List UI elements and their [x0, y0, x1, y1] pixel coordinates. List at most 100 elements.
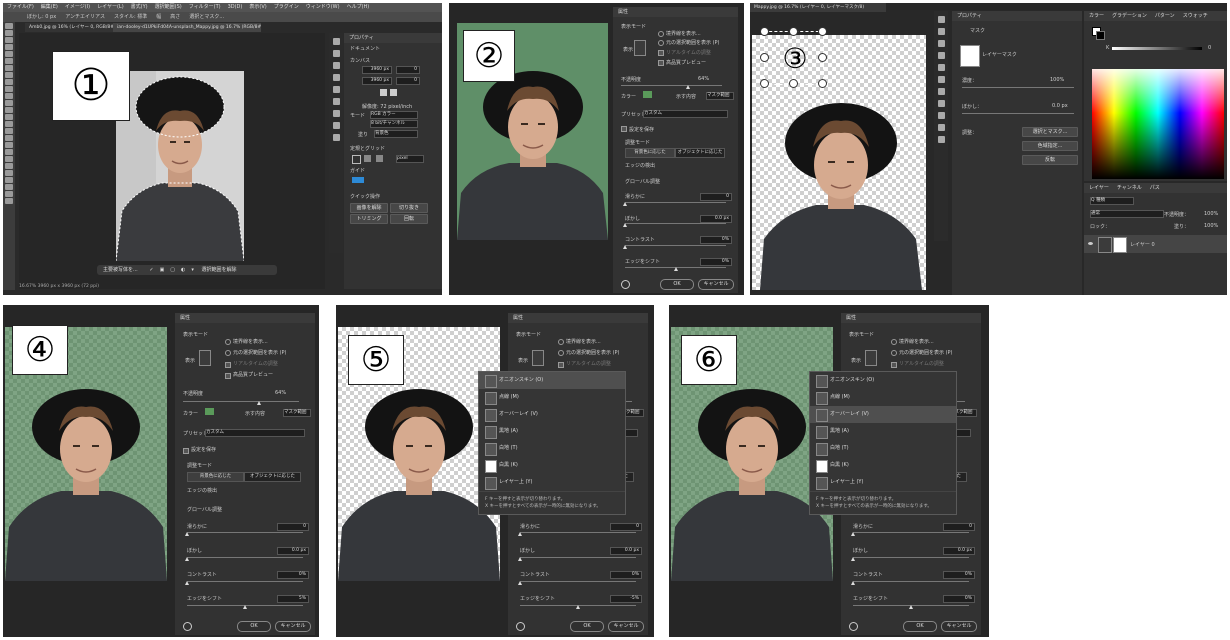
show-edge-radio[interactable]: [891, 339, 897, 345]
show-edge-radio[interactable]: [558, 339, 564, 345]
feather-slider[interactable]: [962, 113, 1074, 114]
cancel-button[interactable]: キャンセル: [608, 621, 644, 632]
color-range-button[interactable]: 色域指定...: [1022, 141, 1078, 151]
smooth-slider[interactable]: [853, 532, 969, 533]
tool-icon[interactable]: [5, 177, 13, 183]
opacity-value[interactable]: 100%: [1204, 211, 1218, 217]
qa-trim-button[interactable]: トリミング: [350, 214, 388, 224]
show-select[interactable]: マスク範囲: [706, 92, 734, 100]
reset-icon[interactable]: [621, 280, 630, 289]
tool-icon[interactable]: [5, 163, 13, 169]
info-icon[interactable]: [332, 74, 340, 81]
cancel-button[interactable]: キャンセル: [941, 621, 977, 632]
hq-preview-checkbox[interactable]: [225, 373, 231, 379]
contrast-slider[interactable]: [520, 581, 636, 582]
option-item[interactable]: スタイル: 標準: [114, 14, 147, 20]
contrast-field[interactable]: 0%: [700, 236, 732, 244]
contrast-field[interactable]: 0%: [277, 571, 309, 579]
view-mode-option[interactable]: オニオンスキン (O): [810, 372, 956, 389]
color-tab[interactable]: カラー: [1089, 13, 1104, 19]
contrast-field[interactable]: 0%: [610, 571, 642, 579]
color-tabs[interactable]: カラー グラデーション パターン スウォッチ: [1084, 11, 1227, 21]
blend-mode-select[interactable]: 通常: [1090, 210, 1164, 218]
eye-icon[interactable]: [1088, 242, 1093, 245]
show-edge-radio[interactable]: [658, 31, 664, 37]
feather-knob[interactable]: [185, 557, 189, 561]
paragraph-icon[interactable]: [332, 122, 340, 129]
view-mode-option[interactable]: 白地 (T): [479, 440, 625, 457]
unit-select[interactable]: pixel: [396, 155, 424, 163]
guide-color[interactable]: [352, 177, 364, 183]
feather-knob[interactable]: [623, 223, 627, 227]
save-settings-checkbox[interactable]: [621, 126, 627, 132]
kind-filter[interactable]: Q 種類: [1090, 197, 1134, 205]
option-item[interactable]: 幅: [156, 14, 161, 20]
smooth-slider[interactable]: [625, 202, 726, 203]
view-mode-dropdown[interactable]: オニオンスキン (O) 点線 (M) オーバーレイ (V) 黒地 (A) 白地 (T) 白…: [809, 371, 957, 515]
option-item[interactable]: ぼかし: 0 px: [27, 14, 56, 20]
view-mode-thumbnail[interactable]: [532, 350, 544, 366]
opacity-knob[interactable]: [686, 85, 690, 89]
tool-icon[interactable]: [5, 44, 13, 50]
realtime-checkbox[interactable]: [225, 362, 231, 368]
ok-button[interactable]: OK: [660, 279, 694, 290]
layers-icon[interactable]: [332, 134, 340, 141]
select-subject-button[interactable]: 主要被写体を...: [103, 267, 138, 273]
tool-icon[interactable]: [5, 198, 13, 204]
tool-icon[interactable]: [5, 184, 13, 190]
view-mode-dropdown[interactable]: オニオンスキン (O) 点線 (M) オーバーレイ (V) 黒地 (A) 白地 (T) 白…: [478, 371, 626, 515]
tool-icon[interactable]: [5, 23, 13, 29]
comment-icon[interactable]: [332, 62, 340, 69]
contrast-knob[interactable]: [851, 581, 855, 585]
smooth-knob[interactable]: [185, 532, 189, 536]
shift-knob[interactable]: [674, 267, 678, 271]
view-mode-option[interactable]: 白黒 (K): [810, 457, 956, 474]
menu-item[interactable]: 選択範囲(S): [155, 4, 182, 10]
color-tab[interactable]: スウォッチ: [1183, 13, 1208, 19]
brush-icon[interactable]: [332, 86, 340, 93]
option-item[interactable]: アンチエイリアス: [65, 14, 105, 20]
tool-icon[interactable]: [5, 58, 13, 64]
history-icon[interactable]: [332, 38, 340, 45]
layer-tab[interactable]: チャンネル: [1117, 185, 1142, 191]
menu-item[interactable]: ファイル(F): [7, 4, 34, 10]
view-mode-option[interactable]: オニオンスキン (O): [479, 372, 625, 389]
shift-knob[interactable]: [576, 605, 580, 609]
tool-icon[interactable]: [5, 51, 13, 57]
view-mode-option[interactable]: 黒地 (A): [479, 423, 625, 440]
refine-color-aware[interactable]: 背景色に応じた: [187, 472, 244, 482]
select-and-mask-button[interactable]: 選択とマスク...: [1022, 127, 1078, 137]
smooth-knob[interactable]: [851, 532, 855, 536]
tool-icon[interactable]: [5, 93, 13, 99]
tool-icon[interactable]: [5, 86, 13, 92]
fg-bg-swatch[interactable]: [1092, 27, 1105, 40]
smooth-knob[interactable]: [518, 532, 522, 536]
glyph-icon[interactable]: [937, 88, 945, 95]
tool-icon[interactable]: [5, 121, 13, 127]
tool-icon[interactable]: [5, 135, 13, 141]
qa-crop-button[interactable]: 切り抜き: [390, 203, 428, 213]
reset-icon[interactable]: [849, 622, 858, 631]
view-mode-option[interactable]: 点線 (M): [810, 389, 956, 406]
feather-field[interactable]: 0.0 px: [610, 547, 642, 555]
comment-icon[interactable]: [937, 40, 945, 47]
invert-button[interactable]: 反転: [1022, 155, 1078, 165]
tool-icon[interactable]: [5, 170, 13, 176]
preset-select[interactable]: カスタム: [643, 110, 728, 118]
contrast-knob[interactable]: [518, 581, 522, 585]
tool-icon[interactable]: [5, 72, 13, 78]
cancel-button[interactable]: キャンセル: [275, 621, 311, 632]
realtime-checkbox[interactable]: [891, 362, 897, 368]
view-mode-thumbnail[interactable]: [199, 350, 211, 366]
menu-item[interactable]: ウィンドウ(W): [306, 4, 340, 10]
opacity-value[interactable]: 64%: [698, 76, 709, 82]
k-value[interactable]: 0: [1208, 45, 1211, 51]
feather-field[interactable]: 0.0 px: [700, 215, 732, 223]
view-mode-option[interactable]: レイヤー上 (Y): [810, 474, 956, 491]
color-tab[interactable]: グラデーション: [1112, 13, 1147, 19]
smooth-field[interactable]: 0: [700, 193, 732, 201]
show-original-radio[interactable]: [891, 350, 897, 356]
qa-remove-bg-button[interactable]: 画像を解除: [350, 203, 388, 213]
y-field[interactable]: 0: [396, 77, 420, 85]
layer-mask-thumbnail[interactable]: [1113, 237, 1127, 253]
